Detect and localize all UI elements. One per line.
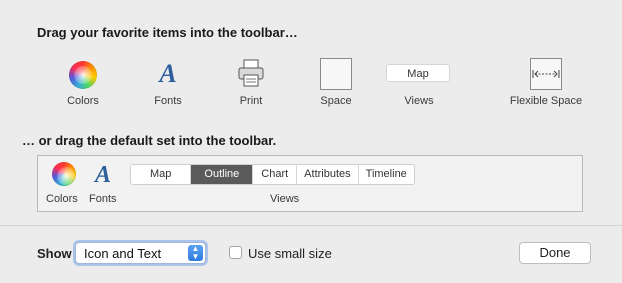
- views-segment-outline: Outline: [191, 165, 254, 184]
- show-label: Show: [37, 246, 72, 261]
- views-segment-attributes: Attributes: [297, 165, 359, 184]
- views-segment-timeline: Timeline: [365, 168, 407, 180]
- space-icon: [320, 58, 352, 90]
- palette-item-space[interactable]: Space: [313, 58, 359, 110]
- default-views-label: Views: [270, 193, 300, 205]
- palette-item-label: Space: [320, 95, 352, 107]
- default-fonts-label: Fonts: [89, 193, 117, 205]
- views-map-chip: Map: [386, 64, 450, 82]
- palette-item-label: Flexible Space: [509, 95, 583, 107]
- views-segment-chart: Chart: [253, 165, 298, 184]
- color-wheel-icon: [52, 162, 76, 186]
- palette-item-fonts[interactable]: A Fonts: [145, 60, 191, 110]
- footer-divider: [0, 225, 622, 226]
- small-size-checkbox[interactable]: [229, 246, 242, 259]
- default-toolbar-set[interactable]: A Colors Fonts Map Outline Chart Attributes…: [37, 155, 583, 212]
- views-segmented-control: Map Outline Chart Attributes Timeline: [130, 164, 415, 185]
- palette-item-label: Print: [239, 95, 263, 107]
- drag-default-heading: … or drag the default set into the toolb…: [22, 133, 277, 148]
- palette-item-flexible-space[interactable]: Flexible Space: [500, 58, 592, 110]
- small-size-label[interactable]: Use small size: [248, 246, 332, 261]
- font-icon: A: [159, 59, 177, 88]
- done-button[interactable]: Done: [519, 242, 591, 264]
- font-icon: A: [95, 162, 112, 188]
- color-wheel-icon: [69, 61, 97, 89]
- palette-item-label: Colors: [67, 95, 99, 107]
- show-popup-value: Icon and Text: [84, 246, 162, 261]
- views-segment-map: Map: [131, 165, 192, 184]
- palette-item-print[interactable]: Print: [228, 58, 274, 110]
- default-colors-label: Colors: [46, 193, 78, 205]
- palette-item-colors[interactable]: Colors: [60, 61, 106, 111]
- palette-item-views[interactable]: Map Views: [386, 64, 452, 110]
- show-popup-button[interactable]: Icon and Text ▲ ▼: [75, 242, 206, 264]
- flexible-space-icon: [530, 58, 562, 90]
- popup-arrows-icon: ▲ ▼: [188, 245, 203, 261]
- drag-items-heading: Drag your favorite items into the toolba…: [37, 25, 298, 40]
- palette-item-label: Fonts: [154, 95, 182, 107]
- palette-item-label: Views: [404, 95, 434, 107]
- printer-icon: [238, 59, 264, 87]
